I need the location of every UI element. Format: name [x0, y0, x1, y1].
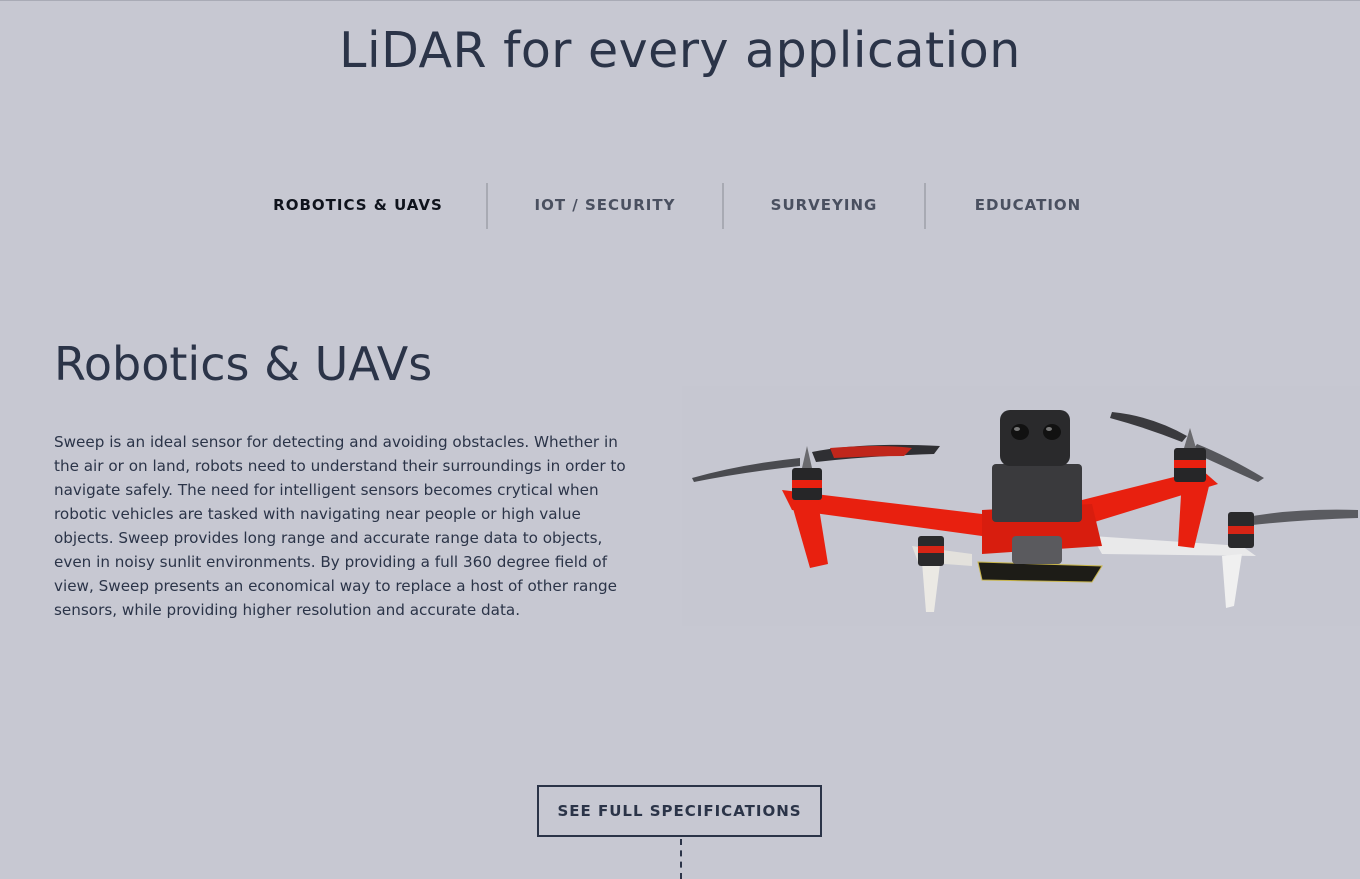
- motor-band: [918, 546, 944, 553]
- sensor-mount: [992, 464, 1082, 522]
- propeller-hub: [1184, 428, 1196, 448]
- drone-leg: [922, 562, 940, 612]
- top-divider: [0, 0, 1360, 1]
- lens-glint: [1046, 427, 1052, 431]
- drone-leg: [1178, 478, 1210, 548]
- drone-illustration: [692, 410, 1358, 612]
- propeller-blade: [1242, 509, 1358, 526]
- page: LiDAR for every application ROBOTICS & U…: [0, 0, 1360, 879]
- tab-surveying[interactable]: SURVEYING: [760, 183, 888, 229]
- section-description: Sweep is an ideal sensor for detecting a…: [54, 433, 626, 619]
- tab-education[interactable]: EDUCATION: [962, 183, 1094, 229]
- tab-robotics-uavs[interactable]: ROBOTICS & UAVS: [266, 183, 450, 229]
- tab-divider: [722, 183, 724, 229]
- gimbal: [1012, 536, 1062, 564]
- propeller-blade: [692, 458, 800, 482]
- page-title: LiDAR for every application: [339, 22, 1021, 79]
- tab-divider: [486, 183, 488, 229]
- motor-band: [1228, 526, 1254, 534]
- dashed-connector: [680, 839, 682, 879]
- lidar-sensor: [1000, 410, 1070, 466]
- tab-divider: [924, 183, 926, 229]
- application-tabs: ROBOTICS & UAVS IOT / SECURITY SURVEYING…: [0, 183, 1360, 229]
- propeller-blade: [1110, 412, 1187, 442]
- motor-band: [792, 480, 822, 488]
- lens-glint: [1014, 427, 1020, 431]
- lidar-lens: [1043, 424, 1061, 440]
- drone-leg: [1222, 554, 1242, 608]
- drone-image: [682, 386, 1360, 626]
- section-title: Robotics & UAVs: [54, 337, 433, 391]
- tab-iot-security[interactable]: IOT / SECURITY: [520, 183, 690, 229]
- propeller-hub: [802, 446, 812, 468]
- flight-controller: [977, 561, 1103, 583]
- lidar-lens: [1011, 424, 1029, 440]
- see-full-specifications-button[interactable]: SEE FULL SPECIFICATIONS: [537, 785, 822, 837]
- propeller-blade: [830, 446, 912, 458]
- motor-band: [1174, 460, 1206, 468]
